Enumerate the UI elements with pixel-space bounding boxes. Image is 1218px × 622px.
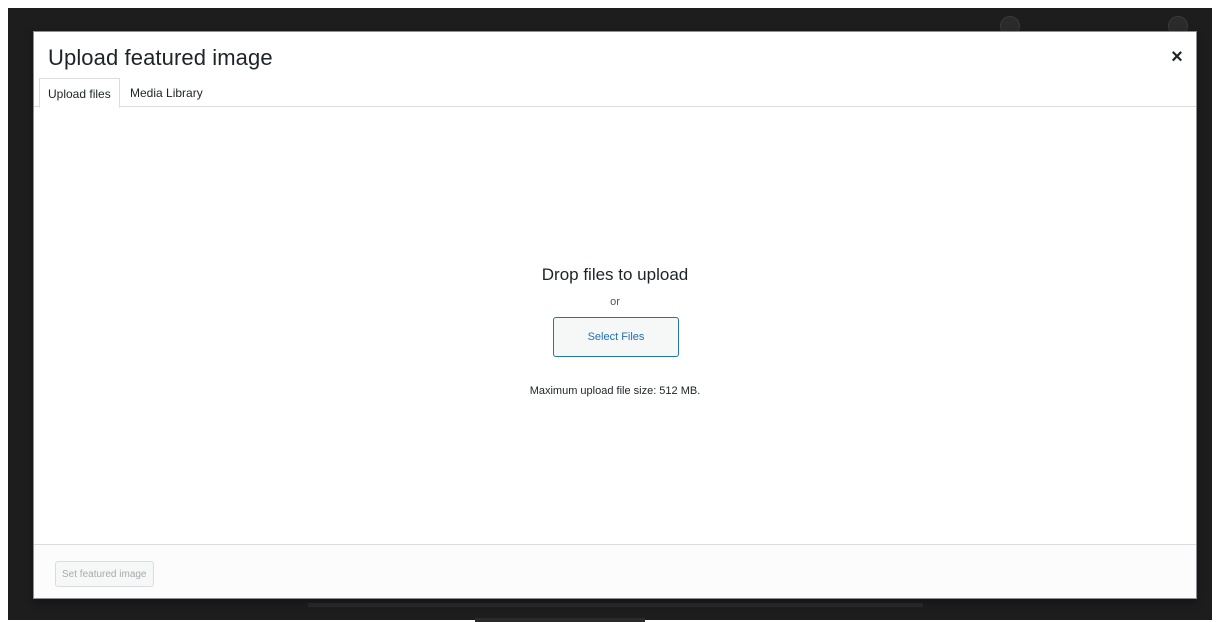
- background-bar: [475, 618, 645, 622]
- set-featured-image-button[interactable]: Set featured image: [55, 561, 154, 587]
- tab-upload-files[interactable]: Upload files: [39, 78, 120, 108]
- modal-title: Upload featured image: [48, 45, 273, 70]
- upload-dropzone[interactable]: Drop files to upload or Select Files Max…: [34, 107, 1196, 545]
- drop-files-title: Drop files to upload: [541, 265, 689, 284]
- tab-media-library[interactable]: Media Library: [122, 78, 211, 108]
- background-bar: [308, 603, 923, 607]
- upload-modal: Upload featured image × Upload files Med…: [33, 31, 1197, 599]
- select-files-button[interactable]: Select Files: [553, 317, 679, 357]
- close-icon[interactable]: ×: [1164, 44, 1190, 70]
- max-upload-size-text: Maximum upload file size: 512 MB.: [529, 385, 701, 397]
- modal-toolbar: Set featured image: [34, 544, 1196, 598]
- or-separator: or: [610, 296, 620, 308]
- modal-tabs: Upload files Media Library: [34, 76, 1196, 108]
